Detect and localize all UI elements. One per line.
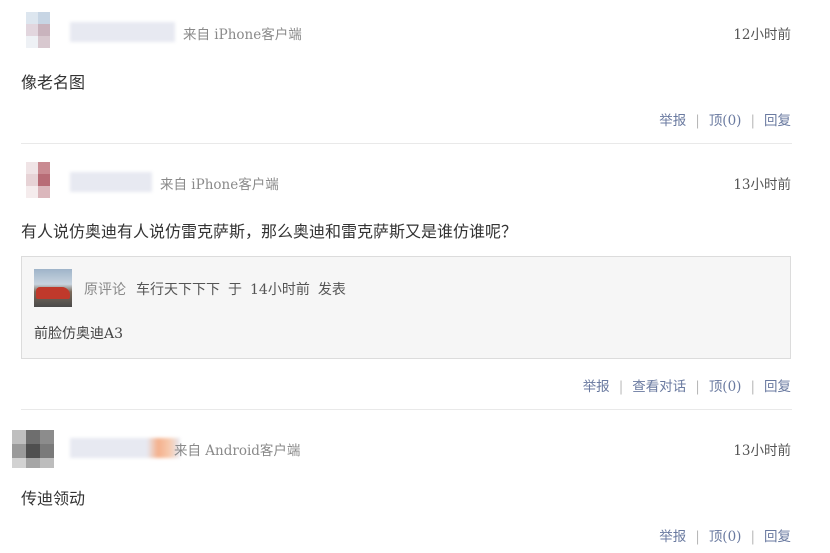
quoted-comment-text: 前脸仿奥迪A3 bbox=[34, 326, 124, 342]
action-separator: | bbox=[750, 113, 755, 129]
report-link[interactable]: 举报 bbox=[659, 113, 686, 129]
comment-divider bbox=[21, 409, 792, 410]
comment-actions: 举报 | 顶(0) | 回复 bbox=[659, 109, 791, 129]
avatar[interactable] bbox=[20, 160, 56, 204]
username-blurred[interactable] bbox=[70, 172, 152, 192]
comment-divider bbox=[21, 143, 792, 144]
action-separator: | bbox=[750, 529, 755, 545]
reply-link[interactable]: 回复 bbox=[764, 113, 791, 129]
view-conversation-link[interactable]: 查看对话 bbox=[632, 379, 686, 395]
reply-link[interactable]: 回复 bbox=[764, 529, 791, 545]
quote-verb: 发表 bbox=[317, 282, 346, 298]
comment-time: 12小时前 bbox=[733, 27, 791, 43]
client-source: 来自 iPhone客户端 bbox=[160, 177, 279, 193]
username-blurred[interactable] bbox=[70, 438, 180, 458]
comment-text: 像老名图 bbox=[21, 73, 86, 92]
upvote-link[interactable]: 顶(0) bbox=[709, 529, 742, 545]
upvote-link[interactable]: 顶(0) bbox=[709, 113, 742, 129]
quoted-author[interactable]: 车行天下下下 bbox=[136, 282, 220, 298]
avatar[interactable] bbox=[12, 428, 60, 472]
comment-actions: 举报 | 查看对话 | 顶(0) | 回复 bbox=[583, 375, 791, 395]
reply-link[interactable]: 回复 bbox=[764, 379, 791, 395]
quoted-author-avatar[interactable] bbox=[34, 269, 72, 307]
quote-preposition: 于 bbox=[228, 282, 242, 298]
quote-label: 原评论 bbox=[84, 282, 126, 298]
quoted-comment: 原评论 车行天下下下于 14小时前 发表 前脸仿奥迪A3 bbox=[21, 256, 791, 359]
comment-actions: 举报 | 顶(0) | 回复 bbox=[659, 525, 791, 545]
comment-text: 传迪领动 bbox=[21, 489, 86, 508]
client-source: 来自 Android客户端 bbox=[174, 443, 301, 459]
action-separator: | bbox=[750, 379, 755, 395]
comment-time: 13小时前 bbox=[733, 177, 791, 193]
quoted-comment-meta: 原评论 车行天下下下于 14小时前 发表 bbox=[84, 279, 346, 299]
action-separator: | bbox=[618, 379, 624, 395]
upvote-link[interactable]: 顶(0) bbox=[709, 379, 742, 395]
avatar[interactable] bbox=[20, 10, 56, 54]
client-source: 来自 iPhone客户端 bbox=[183, 27, 302, 43]
comment-time: 13小时前 bbox=[733, 443, 791, 459]
username-blurred[interactable] bbox=[70, 22, 175, 42]
action-separator: | bbox=[695, 113, 700, 129]
quote-time: 14小时前 bbox=[250, 282, 310, 298]
report-link[interactable]: 举报 bbox=[659, 529, 686, 545]
action-separator: | bbox=[695, 379, 700, 395]
comment-text: 有人说仿奥迪有人说仿雷克萨斯，那么奥迪和雷克萨斯又是谁仿谁呢？ bbox=[21, 222, 518, 241]
report-link[interactable]: 举报 bbox=[583, 379, 610, 395]
action-separator: | bbox=[695, 529, 700, 545]
